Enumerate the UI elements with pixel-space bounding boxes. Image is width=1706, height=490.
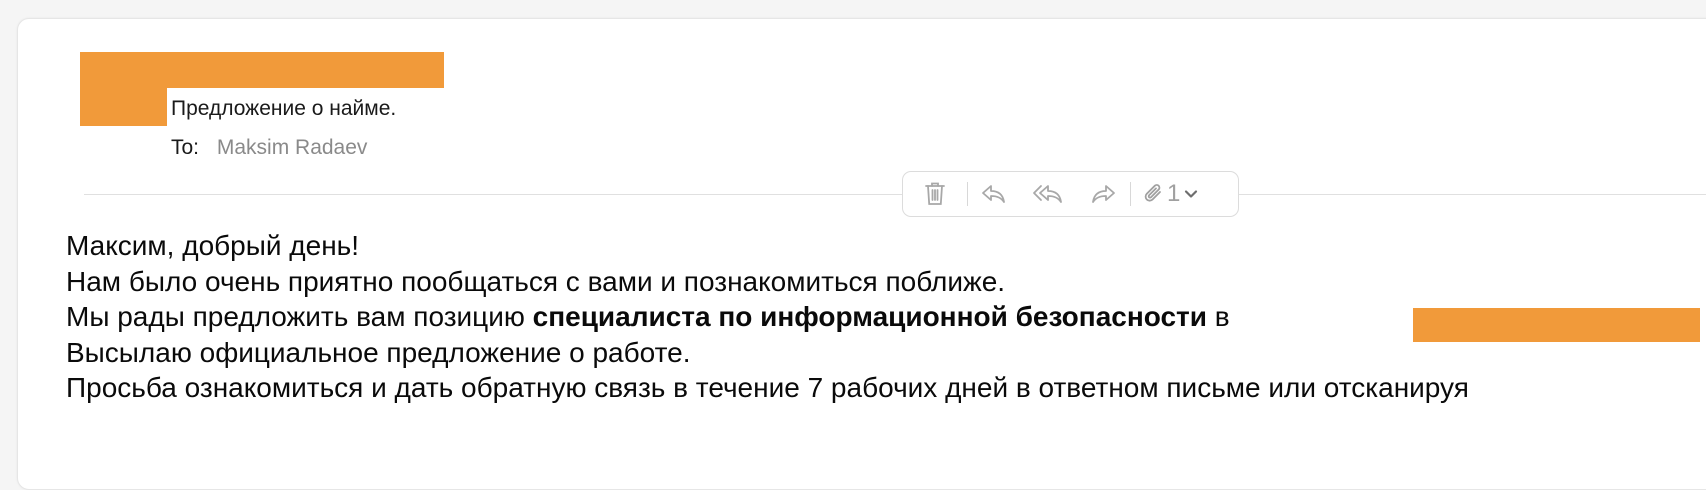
reply-all-icon (1033, 185, 1062, 203)
redacted-sender-avatar (80, 86, 167, 126)
forward-icon (1092, 185, 1115, 203)
paperclip-icon (1144, 184, 1161, 202)
body-greeting: Максим, добрый день! (66, 230, 360, 261)
chevron-down-icon (1185, 190, 1198, 198)
offer-position: специалиста по информационной безопаснос… (532, 301, 1207, 332)
redacted-sender (80, 52, 444, 88)
body-line: Нам было очень приятно пообщаться с вами… (66, 265, 1006, 297)
attachment-count: 1 (1167, 180, 1181, 207)
to-label: To: (171, 136, 200, 159)
reply-all-button[interactable] (1020, 172, 1076, 216)
reply-icon (982, 185, 1005, 203)
trash-icon (925, 182, 945, 205)
offer-text-end: в (1206, 301, 1230, 332)
header-divider (84, 194, 1706, 195)
message-body: Максим, добрый день! Нам было очень прия… (66, 228, 1469, 406)
attachments-button[interactable]: 1 (1131, 172, 1238, 216)
body-line-offer: Мы рады предложить вам позицию специалис… (66, 299, 1469, 335)
forward-button[interactable] (1076, 172, 1130, 216)
message-subject: Предложение о найме. (171, 97, 397, 120)
message-action-toolbar: 1 (902, 171, 1239, 217)
recipient-row: To: Maksim Radaev (171, 136, 367, 160)
offer-text: Мы рады предложить вам позицию (66, 301, 533, 332)
body-line: Просьба ознакомиться и дать обратную свя… (66, 372, 1469, 403)
recipient-name[interactable]: Maksim Radaev (217, 136, 368, 159)
body-line: Высылаю официальное предложение о работе… (66, 336, 691, 368)
delete-button[interactable] (903, 172, 967, 216)
redacted-company-name (1413, 308, 1700, 342)
reply-button[interactable] (968, 172, 1020, 216)
